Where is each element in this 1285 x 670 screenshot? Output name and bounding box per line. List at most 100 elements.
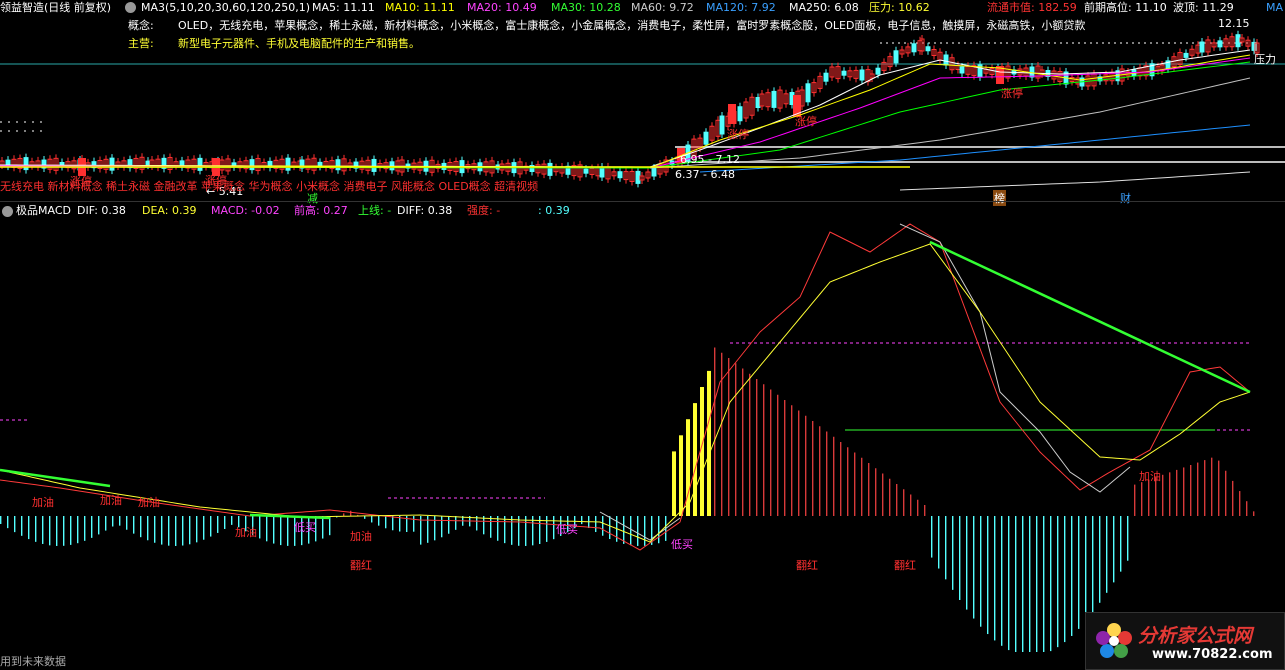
moving-average-line bbox=[899, 171, 1251, 191]
signal-jiayou: 加油 bbox=[32, 496, 54, 509]
candle-body bbox=[893, 50, 899, 64]
macd-histogram-bar bbox=[1183, 467, 1185, 516]
macd-histogram-bar bbox=[371, 516, 373, 523]
macd-histogram-bar bbox=[133, 516, 135, 534]
macd-histogram-bar bbox=[826, 431, 828, 516]
macd-histogram-bar bbox=[21, 516, 23, 536]
macd-histogram-bar bbox=[105, 516, 107, 531]
macd-histogram-bar bbox=[602, 516, 604, 536]
macd-histogram-bar bbox=[791, 405, 793, 516]
macd-histogram-bar bbox=[679, 435, 683, 516]
macd-histogram-bar bbox=[840, 442, 842, 516]
signal-jiayou: 加油 bbox=[100, 494, 122, 507]
macd-histogram-bar bbox=[1022, 516, 1024, 652]
candle-body bbox=[841, 70, 847, 76]
macd-histogram-bar bbox=[798, 410, 800, 516]
macd-histogram-bar bbox=[119, 516, 121, 526]
macd-histogram-bar bbox=[350, 510, 352, 516]
macd-histogram-bar bbox=[1197, 462, 1199, 516]
price-range-label: 6.37 - 6.48 bbox=[675, 168, 735, 181]
macd-histogram-bar bbox=[217, 516, 219, 533]
moving-average-line bbox=[0, 49, 1251, 168]
macd-histogram-bar bbox=[1001, 516, 1003, 646]
candle-body bbox=[249, 159, 255, 171]
macd-histogram-bar bbox=[322, 516, 324, 539]
macd-histogram-bar bbox=[1085, 516, 1087, 621]
macd-histogram-bar bbox=[343, 513, 345, 516]
macd-chart[interactable] bbox=[0, 202, 1285, 652]
macd-histogram-bar bbox=[441, 516, 443, 538]
macd-histogram-bar bbox=[1239, 491, 1241, 516]
macd-histogram-bar bbox=[854, 452, 856, 516]
macd-histogram-bar bbox=[658, 516, 660, 544]
macd-histogram-bar bbox=[28, 516, 30, 540]
dea-line bbox=[0, 243, 1251, 543]
macd-histogram-bar bbox=[917, 499, 919, 516]
macd-histogram-bar bbox=[868, 463, 870, 516]
signal-fanhong: 翻红 bbox=[796, 559, 818, 572]
macd-histogram-bar bbox=[805, 415, 807, 516]
macd-histogram-bar bbox=[910, 494, 912, 516]
candle-body bbox=[911, 43, 917, 53]
macd-histogram-bar bbox=[553, 516, 555, 540]
macd-histogram-bar bbox=[497, 516, 499, 541]
macd-histogram-bar bbox=[434, 516, 436, 541]
macd-histogram-bar bbox=[168, 516, 170, 546]
macd-histogram-bar bbox=[98, 516, 100, 535]
candle-body bbox=[737, 106, 743, 122]
macd-histogram-bar bbox=[714, 347, 716, 516]
macd-histogram-bar bbox=[413, 516, 415, 532]
macd-histogram-bar bbox=[882, 473, 884, 516]
candle-body bbox=[1029, 66, 1035, 78]
macd-histogram-bar bbox=[14, 516, 16, 533]
candle-body bbox=[335, 159, 341, 171]
macd-histogram-bar bbox=[161, 516, 163, 545]
macd-histogram-bar bbox=[952, 516, 954, 590]
concept-ticker: 无线充电 新材料概念 稀土永磁 金融改革 苹果概念 华为概念 小米概念 消费电子… bbox=[0, 180, 539, 193]
macd-histogram-bar bbox=[770, 389, 772, 516]
macd-histogram-bar bbox=[1092, 516, 1094, 613]
macd-histogram-bar bbox=[182, 516, 184, 546]
moving-average-line bbox=[699, 124, 1251, 173]
signal-jiayou: 加油 bbox=[235, 526, 257, 539]
macd-histogram-bar bbox=[210, 516, 212, 537]
macd-histogram-bar bbox=[756, 379, 758, 516]
signal-dimai: 低买 bbox=[671, 538, 693, 551]
macd-histogram-bar bbox=[392, 516, 394, 531]
macd-histogram-bar bbox=[728, 358, 730, 516]
macd-histogram-bar bbox=[861, 457, 863, 516]
macd-histogram-bar bbox=[924, 505, 926, 516]
limit-up-candle bbox=[728, 104, 736, 124]
macd-histogram-bar bbox=[903, 489, 905, 516]
watermark-logo: 分析家公式网 www.70822.com bbox=[1085, 612, 1285, 670]
macd-histogram-bar bbox=[455, 516, 457, 530]
macd-histogram-bar bbox=[1169, 472, 1171, 516]
macd-histogram-bar bbox=[196, 516, 198, 543]
macd-histogram-bar bbox=[966, 516, 968, 610]
macd-histogram-bar bbox=[1008, 516, 1010, 651]
macd-histogram-bar bbox=[1148, 479, 1150, 516]
macd-histogram-bar bbox=[931, 516, 933, 558]
macd-histogram-bar bbox=[49, 516, 51, 546]
macd-histogram-bar bbox=[378, 516, 380, 526]
macd-histogram-bar bbox=[91, 516, 93, 538]
price-chart[interactable] bbox=[0, 0, 1285, 200]
pressure-tag: 压力 bbox=[1254, 53, 1276, 66]
candle-body bbox=[943, 54, 949, 66]
flower-logo-icon bbox=[1096, 623, 1132, 658]
candle-body bbox=[285, 157, 291, 171]
macd-histogram-bar bbox=[735, 363, 737, 516]
macd-histogram-bar bbox=[581, 516, 583, 525]
candle-body bbox=[1183, 52, 1189, 58]
macd-histogram-bar bbox=[1106, 516, 1108, 593]
candle-body bbox=[1235, 34, 1241, 48]
macd-histogram-bar bbox=[1246, 501, 1248, 516]
candle-body bbox=[635, 170, 641, 184]
macd-histogram-bar bbox=[630, 516, 632, 546]
macd-histogram-bar bbox=[77, 516, 79, 544]
limit-up-label: 涨停 bbox=[727, 128, 749, 141]
macd-histogram-bar bbox=[1253, 511, 1255, 516]
macd-histogram-bar bbox=[707, 370, 711, 516]
candle-body bbox=[1199, 41, 1205, 53]
macd-histogram-bar bbox=[1190, 465, 1192, 516]
